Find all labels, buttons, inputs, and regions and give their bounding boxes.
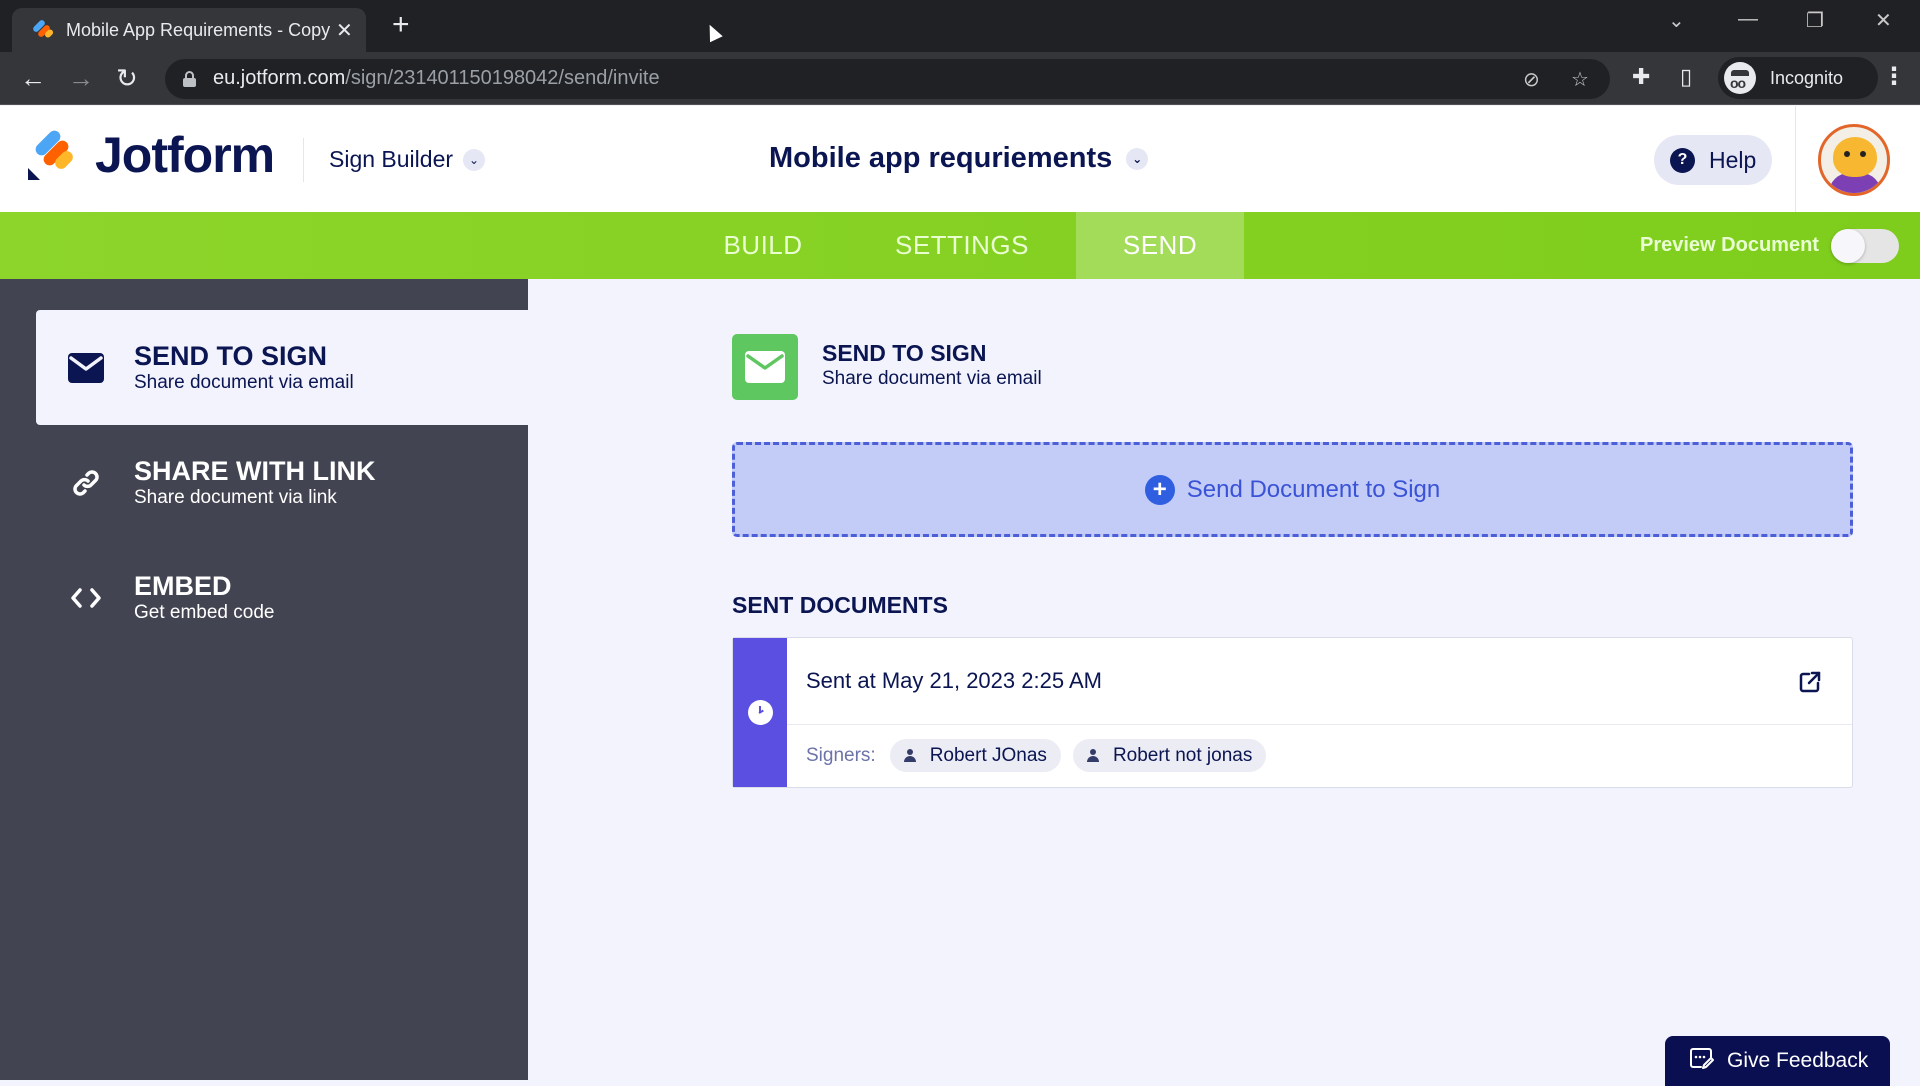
plus-icon: +: [1144, 474, 1175, 505]
app-header: Jotform Sign Builder ⌄ Mobile app requri…: [0, 106, 1920, 212]
sidebar-item-title: SEND TO SIGN: [134, 340, 328, 371]
sidebar-item-send-to-sign[interactable]: SEND TO SIGN Share document via email: [36, 310, 528, 425]
tab-settings[interactable]: SETTINGS: [876, 212, 1048, 279]
sent-timestamp: Sent at May 21, 2023 2:25 AM: [806, 668, 1102, 693]
jotform-logo-icon[interactable]: [28, 128, 76, 182]
browser-tab-bar: Mobile App Requirements - Copy ✕ + ⌄ — ❐…: [0, 0, 1920, 52]
close-window-icon[interactable]: ✕: [1875, 8, 1892, 33]
send-document-to-sign-button[interactable]: + Send Document to Sign: [732, 442, 1853, 537]
incognito-label: Incognito: [1770, 67, 1844, 88]
minimize-icon[interactable]: —: [1738, 8, 1758, 31]
restore-icon[interactable]: ❐: [1806, 8, 1824, 33]
user-icon: [903, 749, 916, 762]
tab-build[interactable]: BUILD: [700, 212, 826, 279]
document-title-dropdown[interactable]: Mobile app requriements ⌄: [769, 142, 1149, 175]
send-options-sidebar: SEND TO SIGN Share document via email SH…: [0, 279, 528, 1080]
signer-name: Robert JOnas: [929, 744, 1047, 766]
signer-chip[interactable]: Robert not jonas: [1072, 739, 1267, 772]
sidebar-item-embed[interactable]: EMBED Get embed code: [36, 540, 528, 655]
header-divider: [1795, 106, 1796, 212]
tab-search-chevron-icon[interactable]: ⌄: [1668, 8, 1685, 33]
email-section-icon: [732, 334, 798, 400]
browser-toolbar: ← → ↻ eu.jotform.com/sign/23140115019804…: [0, 52, 1920, 105]
user-avatar[interactable]: [1818, 124, 1890, 196]
sent-documents-heading: SENT DOCUMENTS: [732, 592, 948, 618]
tab-label: SEND: [1122, 230, 1198, 260]
document-title: Mobile app requriements: [769, 142, 1113, 174]
signer-chip[interactable]: Robert JOnas: [889, 739, 1061, 772]
sidebar-item-title: EMBED: [134, 570, 232, 601]
sidebar-item-share-with-link[interactable]: SHARE WITH LINK Share document via link: [36, 425, 528, 540]
mouse-cursor: [703, 21, 723, 43]
lock-icon: [183, 71, 196, 87]
builder-label: Sign Builder: [329, 146, 454, 172]
question-icon: ?: [1670, 147, 1695, 173]
back-icon[interactable]: ←: [20, 64, 46, 92]
header-divider: [303, 138, 304, 182]
browser-menu-icon[interactable]: ⋮: [1882, 62, 1906, 91]
reload-icon[interactable]: ↻: [116, 64, 138, 92]
incognito-profile[interactable]: Incognito: [1718, 57, 1878, 99]
user-icon: [1086, 749, 1099, 762]
give-feedback-label: Give Feedback: [1727, 1049, 1869, 1072]
feedback-icon: [1689, 1047, 1715, 1076]
address-bar[interactable]: eu.jotform.com/sign/231401150198042/send…: [165, 59, 1610, 99]
signers-label: Signers:: [806, 744, 876, 766]
tab-close-icon[interactable]: ✕: [336, 18, 353, 43]
browser-tab[interactable]: Mobile App Requirements - Copy ✕: [12, 8, 366, 52]
extensions-icon[interactable]: ✚: [1632, 64, 1650, 90]
side-panel-icon[interactable]: ▯: [1680, 64, 1692, 90]
new-tab-button[interactable]: +: [392, 10, 410, 40]
preview-document-label: Preview Document: [1640, 234, 1819, 256]
status-strip: [733, 638, 787, 787]
preview-document-toggle[interactable]: [1831, 229, 1899, 263]
chevron-down-icon: ⌄: [1126, 147, 1149, 170]
toggle-knob: [1831, 229, 1865, 263]
bookmark-star-icon[interactable]: ☆: [1571, 67, 1589, 92]
tab-label: SETTINGS: [894, 230, 1029, 260]
sidebar-item-title: SHARE WITH LINK: [134, 455, 376, 486]
help-button[interactable]: ? Help: [1654, 135, 1772, 185]
url-text[interactable]: eu.jotform.com/sign/231401150198042/send…: [213, 67, 660, 90]
send-document-label: Send Document to Sign: [1186, 475, 1441, 503]
builder-switcher[interactable]: Sign Builder ⌄: [329, 146, 486, 173]
sidebar-item-subtitle: Get embed code: [134, 601, 275, 623]
envelope-icon: [66, 348, 106, 388]
give-feedback-button[interactable]: Give Feedback: [1665, 1036, 1890, 1086]
incognito-icon: [1724, 62, 1756, 94]
card-divider: [787, 724, 1852, 725]
external-link-icon[interactable]: [1798, 670, 1822, 694]
tab-title: Mobile App Requirements - Copy: [66, 19, 330, 40]
section-subtitle: Share document via email: [822, 368, 1042, 389]
builder-nav: BUILD SETTINGS SEND Preview Document: [0, 212, 1920, 279]
section-title: SEND TO SIGN: [822, 340, 987, 366]
sidebar-item-subtitle: Share document via email: [134, 371, 354, 393]
code-icon: [66, 578, 106, 618]
sent-document-card[interactable]: Sent at May 21, 2023 2:25 AM Signers: Ro…: [732, 637, 1853, 788]
eye-off-icon[interactable]: ⊘: [1523, 67, 1540, 92]
tab-send[interactable]: SEND: [1076, 212, 1244, 279]
sidebar-item-subtitle: Share document via link: [134, 486, 337, 508]
clock-icon: [747, 700, 773, 725]
tab-label: BUILD: [723, 230, 803, 260]
help-label: Help: [1709, 146, 1757, 173]
forward-icon[interactable]: →: [68, 64, 94, 92]
signers-list: Signers: Robert JOnas Robert not jonas: [806, 739, 1278, 772]
jotform-favicon-icon: [31, 18, 55, 41]
link-icon: [66, 463, 106, 503]
signer-name: Robert not jonas: [1112, 744, 1253, 766]
brand-name[interactable]: Jotform: [95, 126, 275, 184]
chevron-down-icon: ⌄: [463, 148, 486, 171]
